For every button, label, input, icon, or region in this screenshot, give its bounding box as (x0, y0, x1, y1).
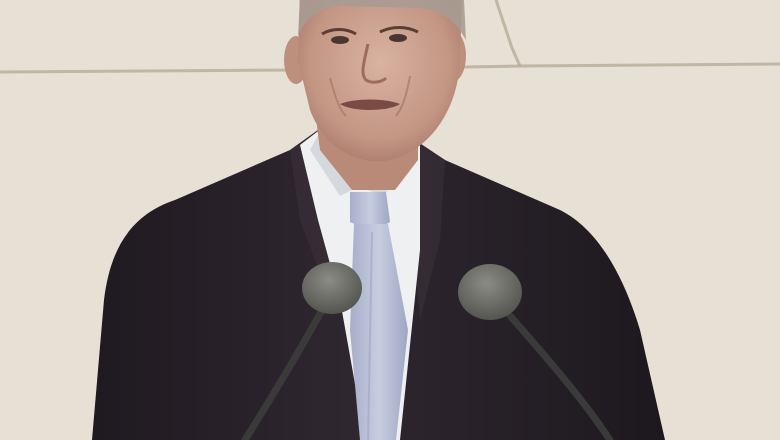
speaker-photo (0, 0, 780, 440)
photo-scene (0, 0, 780, 440)
